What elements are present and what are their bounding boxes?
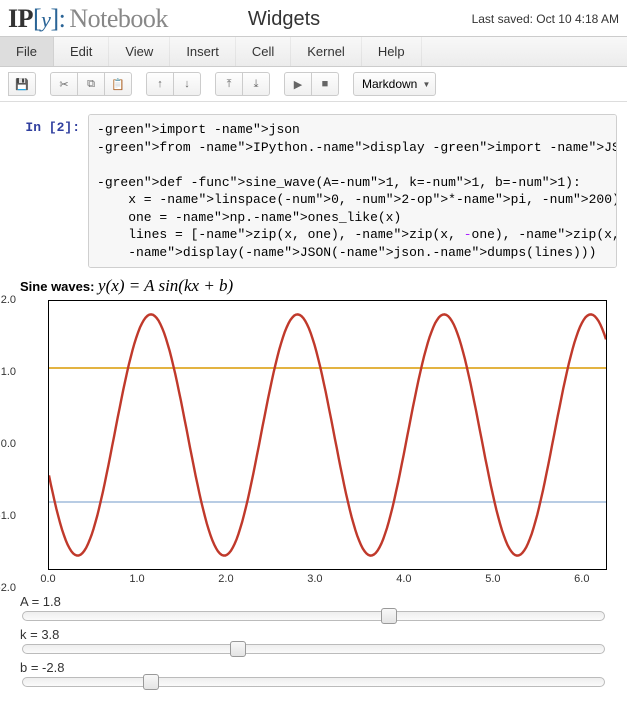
x-tick-label: 4.0 [396, 573, 411, 585]
stop-icon: ■ [322, 78, 329, 90]
chart-plot-area [48, 300, 607, 570]
slider-thumb-A[interactable] [381, 608, 397, 624]
menu-cell[interactable]: Cell [236, 37, 291, 66]
y-axis: -2.0-1.00.01.02.0 [0, 300, 18, 588]
logo-bracket-open: [ [33, 4, 41, 33]
move-down-button[interactable]: ↓ [173, 72, 201, 96]
slider-label-b: b = -2.8 [20, 660, 607, 675]
x-axis: 0.01.02.03.04.05.06.0 [48, 572, 607, 588]
sliders-container: A = 1.8 k = 3.8 b = -2.8 [20, 594, 607, 687]
chart-svg [49, 301, 606, 569]
y-tick-label: -2.0 [0, 582, 16, 594]
chart-series-line [49, 315, 606, 556]
menubar: File Edit View Insert Cell Kernel Help [0, 37, 627, 67]
toolbar-group-edit: ✂ ⧉ 📋 [50, 72, 132, 96]
slider-A: A = 1.8 [20, 594, 607, 621]
cut-button[interactable]: ✂ [50, 72, 78, 96]
y-tick-label: -1.0 [0, 510, 16, 522]
code-cell[interactable]: In [2]: -green">import -name">json -gree… [10, 114, 617, 268]
chart-container: -2.0-1.00.01.02.0 0.01.02.03.04.05.06.0 [20, 300, 607, 588]
output-title: Sine waves: y(x) = A sin(kx + b) [20, 276, 607, 296]
x-tick-label: 0.0 [40, 573, 55, 585]
logo-colon: : [59, 4, 66, 33]
slider-label-k: k = 3.8 [20, 627, 607, 642]
cut-icon: ✂ [59, 78, 68, 91]
copy-button[interactable]: ⧉ [77, 72, 105, 96]
slider-track-b[interactable] [22, 677, 605, 687]
toolbar-group-move: ↑ ↓ [146, 72, 201, 96]
logo-bracket-close: ] [50, 4, 58, 33]
play-icon: ▶ [294, 78, 302, 91]
notebook-area: In [2]: -green">import -name">json -gree… [0, 102, 627, 713]
arrow-up-bar-icon: ⤒ [227, 78, 232, 91]
menu-insert[interactable]: Insert [170, 37, 236, 66]
toolbar-group-insert: ⤒ ⤓ [215, 72, 270, 96]
x-tick-label: 5.0 [485, 573, 500, 585]
x-tick-label: 6.0 [574, 573, 589, 585]
insert-below-button[interactable]: ⤓ [242, 72, 270, 96]
slider-thumb-k[interactable] [230, 641, 246, 657]
menu-help[interactable]: Help [362, 37, 422, 66]
last-saved-label: Last saved: Oct 10 4:18 AM [472, 12, 619, 26]
notebook-title[interactable]: Widgets [248, 8, 320, 31]
move-up-button[interactable]: ↑ [146, 72, 174, 96]
menu-file[interactable]: File [0, 37, 54, 66]
y-tick-label: 0.0 [0, 438, 16, 450]
slider-track-A[interactable] [22, 611, 605, 621]
menu-edit[interactable]: Edit [54, 37, 109, 66]
slider-b: b = -2.8 [20, 660, 607, 687]
logo: IP[y]:Notebook [8, 4, 168, 34]
slider-k: k = 3.8 [20, 627, 607, 654]
toolbar: 💾 ✂ ⧉ 📋 ↑ ↓ ⤒ ⤓ ▶ ■ Markdown [0, 67, 627, 102]
x-tick-label: 3.0 [307, 573, 322, 585]
toolbar-group-run: ▶ ■ [284, 72, 339, 96]
insert-above-button[interactable]: ⤒ [215, 72, 243, 96]
logo-ip: IP [8, 4, 33, 33]
copy-icon: ⧉ [87, 78, 95, 91]
output-title-prefix: Sine waves: [20, 279, 98, 294]
output-area: Sine waves: y(x) = A sin(kx + b) -2.0-1.… [10, 276, 617, 701]
code-editor[interactable]: -green">import -name">json -green">from … [88, 114, 617, 268]
input-prompt: In [2]: [10, 114, 88, 268]
slider-thumb-b[interactable] [143, 674, 159, 690]
y-tick-label: 1.0 [0, 366, 16, 378]
save-button[interactable]: 💾 [8, 72, 36, 96]
arrow-down-bar-icon: ⤓ [254, 78, 259, 91]
arrow-up-icon: ↑ [157, 78, 163, 90]
arrow-down-icon: ↓ [184, 78, 190, 90]
save-icon: 💾 [15, 78, 29, 91]
menu-view[interactable]: View [109, 37, 170, 66]
stop-button[interactable]: ■ [311, 72, 339, 96]
output-formula: y(x) = A sin(kx + b) [98, 276, 233, 295]
cell-type-value: Markdown [362, 77, 417, 91]
paste-icon: 📋 [111, 78, 125, 91]
paste-button[interactable]: 📋 [104, 72, 132, 96]
toolbar-group-save: 💾 [8, 72, 36, 96]
cell-type-select[interactable]: Markdown [353, 72, 436, 96]
x-tick-label: 1.0 [129, 573, 144, 585]
run-button[interactable]: ▶ [284, 72, 312, 96]
slider-track-k[interactable] [22, 644, 605, 654]
header-bar: IP[y]:Notebook Widgets Last saved: Oct 1… [0, 0, 627, 37]
slider-label-A: A = 1.8 [20, 594, 607, 609]
y-tick-label: 2.0 [0, 294, 16, 306]
menu-kernel[interactable]: Kernel [291, 37, 362, 66]
x-tick-label: 2.0 [218, 573, 233, 585]
logo-notebook: Notebook [69, 4, 168, 33]
